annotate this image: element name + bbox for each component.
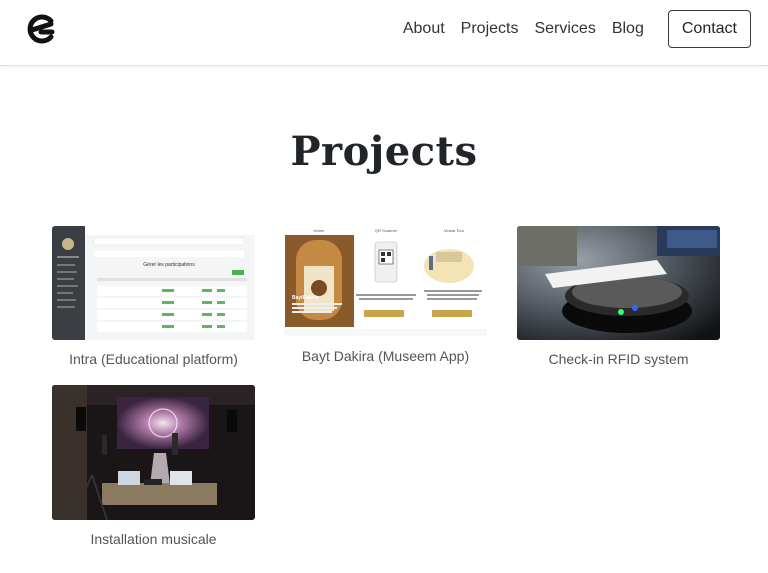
logo-icon[interactable] xyxy=(24,12,58,46)
nav-link-about[interactable]: About xyxy=(403,20,445,38)
project-card-rfid[interactable]: Check-in RFID system xyxy=(517,226,720,376)
thumb-label-tour: Virtual Tour xyxy=(444,228,465,233)
nav-links: About Projects Services Blog Contact xyxy=(403,0,768,58)
project-title: Intra (Educational platform) xyxy=(69,351,238,367)
contact-button[interactable]: Contact xyxy=(667,10,751,48)
project-title: Installation musicale xyxy=(90,531,217,547)
nav-link-blog[interactable]: Blog xyxy=(612,20,644,38)
project-card-intra[interactable]: Gérer les participations Intra (Educatio… xyxy=(52,226,255,376)
project-card-installation[interactable]: Installation musicale xyxy=(52,385,255,550)
intra-thumb-heading: Gérer les participations xyxy=(143,262,195,268)
project-title: Check-in RFID system xyxy=(548,351,689,367)
installation-thumbnail xyxy=(52,385,255,520)
thumb-brand: BaytDakira xyxy=(292,295,318,301)
nav-link-services[interactable]: Services xyxy=(534,20,595,38)
project-title: Bayt Dakira (Museem App) xyxy=(301,348,470,364)
rfid-thumbnail xyxy=(517,226,720,340)
intra-thumbnail: Gérer les participations xyxy=(52,226,255,340)
nav-link-projects[interactable]: Projects xyxy=(461,20,519,38)
navbar: About Projects Services Blog Contact xyxy=(0,0,768,66)
thumb-label-qr: QR Scanner xyxy=(375,228,398,233)
project-card-bayt-dakira[interactable]: Home QR Scanner Virtual Tour BaytDakira … xyxy=(284,226,487,376)
thumb-label-home: Home xyxy=(314,228,325,233)
bayt-dakira-thumbnail: Home QR Scanner Virtual Tour BaytDakira xyxy=(284,226,487,336)
page-title: Projects xyxy=(290,128,478,175)
